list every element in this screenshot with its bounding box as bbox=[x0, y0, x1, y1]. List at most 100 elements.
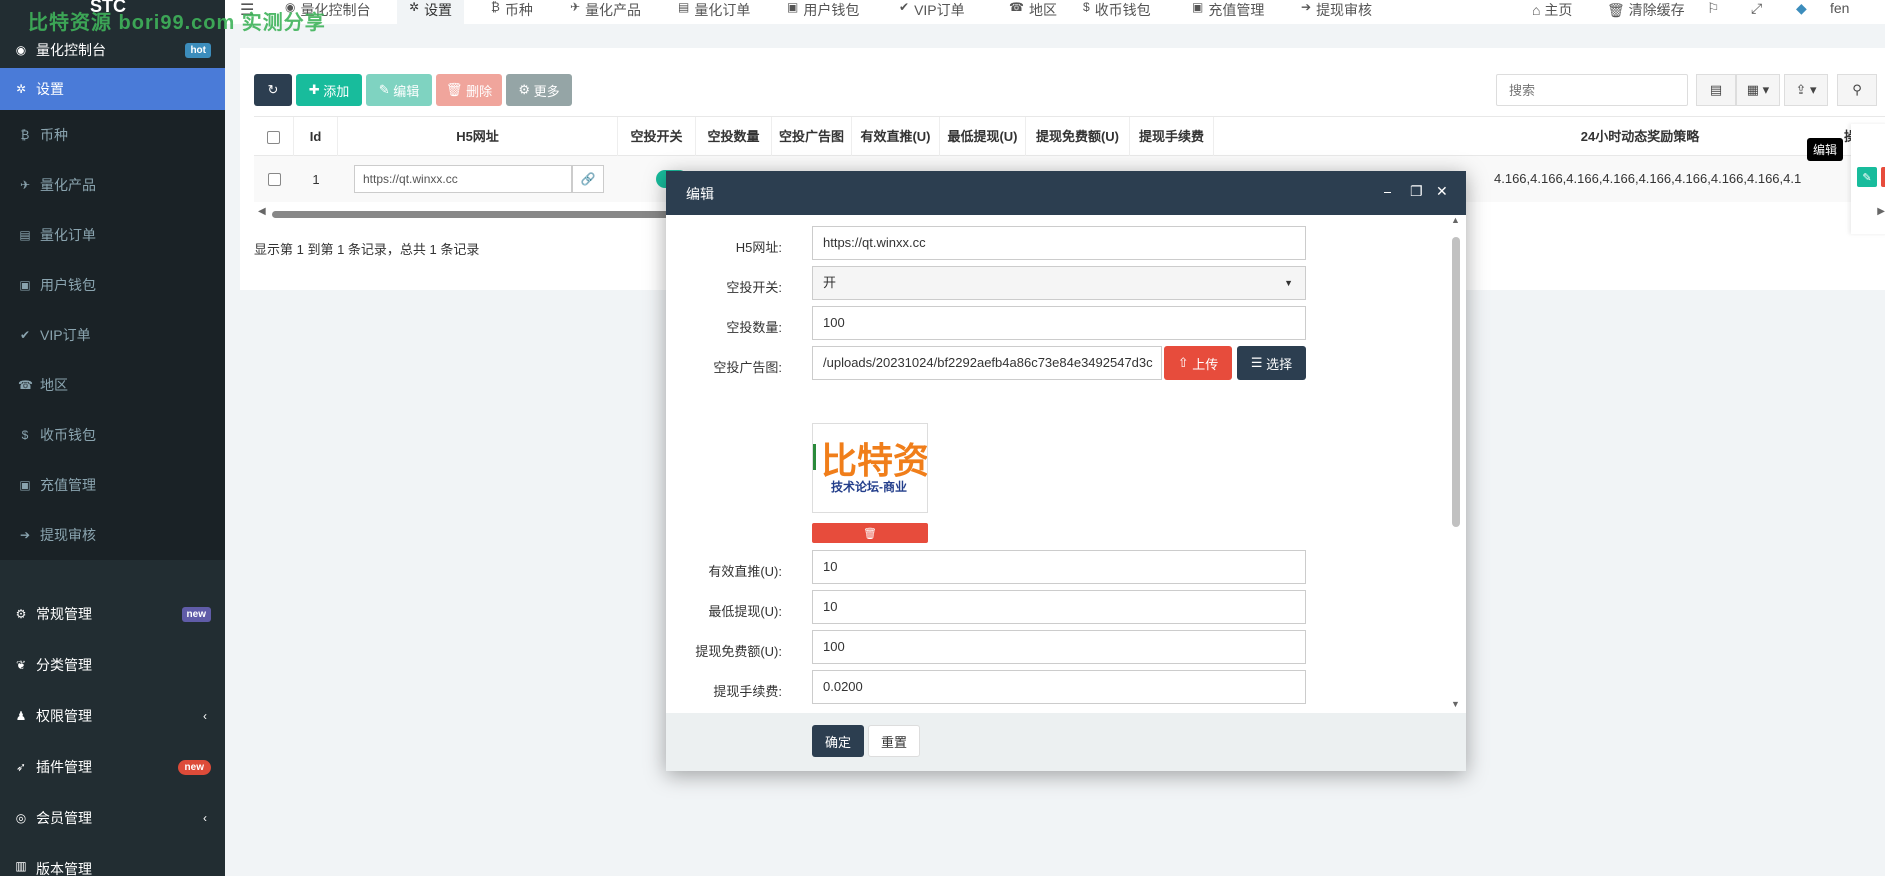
close-icon[interactable]: ✕ bbox=[1436, 183, 1448, 200]
trash-icon: 🗑 bbox=[863, 527, 877, 540]
fullscreen-icon[interactable]: ⤢ bbox=[1751, 0, 1762, 17]
sidebar-item-vip-order[interactable]: ✔ VIP订单 bbox=[0, 310, 225, 360]
airdrop-switch-select[interactable]: 开 ▼ bbox=[812, 266, 1306, 300]
table-header: Id H5网址 空投开关 空投数量 空投广告图 有效直推(U) 最低提现(U) … bbox=[254, 116, 1885, 157]
tab-receive-wallet[interactable]: $ 收币钱包 bbox=[1071, 0, 1163, 24]
sidebar-item-region[interactable]: ☎ 地区 bbox=[0, 360, 225, 410]
user-circle-icon: ◎ bbox=[15, 811, 27, 825]
sidebar-item-coin[interactable]: ₿ 币种 bbox=[0, 110, 225, 160]
sidebar-item-settings[interactable]: ✲ 设置 bbox=[0, 68, 225, 110]
fee-field[interactable]: 0.0200 bbox=[812, 670, 1306, 704]
sidebar-item-user-wallet[interactable]: ▣ 用户钱包 bbox=[0, 260, 225, 310]
grid-icon: ▦ ▾ bbox=[1746, 82, 1770, 97]
scroll-left-icon[interactable]: ◀ bbox=[258, 206, 266, 217]
sidebar-item-quant-product[interactable]: ✈ 量化产品 bbox=[0, 160, 225, 210]
edit-modal: 编辑 ⎯ ❐ ✕ H5网址: https://qt.winxx.cc 空投开关:… bbox=[666, 171, 1466, 771]
clear-cache-label: 清除缓存 bbox=[1628, 2, 1685, 18]
h5-url-field[interactable]: https://qt.winxx.cc bbox=[812, 226, 1306, 260]
tab-recharge[interactable]: ▣ 充值管理 bbox=[1180, 0, 1276, 24]
th-id[interactable]: Id bbox=[294, 117, 338, 157]
tab-coin[interactable]: ₿ 币种 bbox=[479, 0, 545, 24]
tab-withdraw-review[interactable]: ➔ 提现审核 bbox=[1289, 0, 1384, 24]
sidebar-item-label: 会员管理 bbox=[36, 810, 92, 826]
maximize-icon[interactable]: ❐ bbox=[1410, 183, 1423, 200]
sidebar: STC ◉ 量化控制台 hot ✲ 设置 ₿ 币种 ✈ 量化产品 ▤ 量化订单 … bbox=[0, 0, 225, 876]
row-delete-button[interactable]: 🗑 bbox=[1881, 167, 1885, 187]
sidebar-item-plugin[interactable]: ➶ 插件管理 new bbox=[0, 743, 225, 791]
upload-label: 上传 bbox=[1192, 356, 1219, 372]
scroll-thumb[interactable] bbox=[272, 211, 692, 218]
remove-image-button[interactable]: 🗑 bbox=[812, 523, 928, 543]
cell-h5-url[interactable]: https://qt.winxx.cc bbox=[354, 165, 572, 193]
username[interactable]: fen bbox=[1830, 0, 1849, 16]
airdrop-image-field[interactable]: /uploads/20231024/bf2292aefb4a86c73e84e3… bbox=[812, 346, 1162, 380]
sidebar-item-category[interactable]: ❦ 分类管理 bbox=[0, 641, 225, 689]
sidebar-item-label: 常规管理 bbox=[36, 606, 92, 622]
th-airdrop-switch: 空投开关 bbox=[618, 117, 696, 157]
link-icon[interactable]: 🔗 bbox=[572, 165, 604, 193]
more-button[interactable]: ⚙ 更多 bbox=[506, 74, 572, 106]
upload-button[interactable]: ⇧ 上传 bbox=[1164, 346, 1232, 380]
file-icon: ▥ bbox=[15, 859, 27, 873]
sidebar-item-permission[interactable]: ♟ 权限管理 ‹ bbox=[0, 692, 225, 740]
scroll-up-icon[interactable]: ▲ bbox=[1451, 215, 1460, 225]
sidebar-item-member[interactable]: ◎ 会员管理 ‹ bbox=[0, 794, 225, 842]
tab-user-wallet[interactable]: ▣ 用户钱包 bbox=[775, 0, 871, 24]
scroll-down-icon[interactable]: ▼ bbox=[1451, 699, 1460, 709]
columns-button[interactable]: ▦ ▾ bbox=[1736, 74, 1780, 106]
sidebar-item-recharge[interactable]: ▣ 充值管理 bbox=[0, 460, 225, 510]
sidebar-item-label: 充值管理 bbox=[40, 477, 96, 493]
edit-button[interactable]: ✎ 编辑 bbox=[366, 74, 432, 106]
free-quota-field[interactable]: 100 bbox=[812, 630, 1306, 664]
export-button[interactable]: ⇪ ▾ bbox=[1784, 74, 1828, 106]
home-link[interactable]: ⌂ 主页 bbox=[1532, 0, 1572, 20]
row-checkbox-cell bbox=[254, 156, 294, 202]
modal-body: H5网址: https://qt.winxx.cc 空投开关: 开 ▼ 空投数量… bbox=[666, 215, 1466, 713]
tab-quant-product[interactable]: ✈ 量化产品 bbox=[558, 0, 653, 24]
search-button[interactable]: ⚲ bbox=[1837, 74, 1877, 106]
search-input[interactable] bbox=[1496, 74, 1688, 106]
add-button[interactable]: ✚ 添加 bbox=[296, 74, 362, 106]
delete-label: 删除 bbox=[466, 83, 493, 99]
h5-url-label: H5网址: bbox=[735, 240, 782, 255]
sidebar-item-label: 量化产品 bbox=[40, 177, 96, 193]
reset-button[interactable]: 重置 bbox=[868, 725, 920, 757]
sidebar-item-quant-order[interactable]: ▤ 量化订单 bbox=[0, 210, 225, 260]
clear-cache-link[interactable]: 🗑 清除缓存 bbox=[1607, 0, 1685, 20]
tab-quant-order[interactable]: ▤ 量化订单 bbox=[666, 0, 762, 24]
min-withdraw-label: 最低提现(U): bbox=[708, 604, 782, 619]
choose-button[interactable]: ☰ 选择 bbox=[1237, 346, 1306, 380]
sidebar-item-withdraw-review[interactable]: ➔ 提现审核 bbox=[0, 510, 225, 560]
minimize-icon[interactable]: ⎯ bbox=[1384, 183, 1391, 200]
airdrop-image-preview[interactable]: 比特资 技术论坛-商业 bbox=[812, 423, 928, 513]
modal-scroll-thumb[interactable] bbox=[1452, 237, 1460, 527]
tab-label: 设置 bbox=[424, 2, 453, 18]
sidebar-item-general[interactable]: ⚙ 常规管理 new bbox=[0, 590, 225, 638]
modal-scrollbar[interactable]: ▲ ▼ bbox=[1450, 215, 1462, 713]
sidebar-item-label: 插件管理 bbox=[36, 759, 92, 775]
search-icon: ⚲ bbox=[1852, 82, 1862, 97]
direct-field[interactable]: 10 bbox=[812, 550, 1306, 584]
sidebar-item-version[interactable]: ▥ 版本管理 bbox=[0, 845, 225, 876]
sidebar-item-receive-wallet[interactable]: $ 收币钱包 bbox=[0, 410, 225, 460]
avatar[interactable]: ◆ bbox=[1796, 0, 1807, 17]
select-all-checkbox[interactable] bbox=[267, 131, 280, 145]
sidebar-item-label: 地区 bbox=[40, 377, 68, 393]
airdrop-amount-field[interactable]: 100 bbox=[812, 306, 1306, 340]
cogs-icon: ⚙ bbox=[15, 607, 27, 621]
tab-settings[interactable]: ✲ 设置 bbox=[397, 0, 465, 24]
tab-vip-order[interactable]: ✔ VIP订单 bbox=[887, 0, 977, 24]
sidebar-item-label: 提现审核 bbox=[40, 527, 96, 543]
row-checkbox[interactable] bbox=[267, 172, 281, 186]
min-withdraw-field[interactable]: 10 bbox=[812, 590, 1306, 624]
delete-button[interactable]: 🗑 删除 bbox=[436, 74, 502, 106]
preview-bar bbox=[813, 444, 816, 470]
refresh-button[interactable]: ↻ bbox=[254, 74, 292, 106]
fee-label: 提现手续费: bbox=[713, 684, 782, 699]
confirm-button[interactable]: 确定 bbox=[812, 725, 864, 757]
tab-region[interactable]: ☎ 地区 bbox=[997, 0, 1069, 24]
row-edit-button[interactable]: ✎ bbox=[1857, 167, 1877, 187]
toggle-view-button[interactable]: ▤ bbox=[1696, 74, 1736, 106]
language-icon[interactable]: ⚐ bbox=[1707, 0, 1720, 17]
scroll-right-icon[interactable]: ▶ bbox=[1877, 206, 1885, 217]
